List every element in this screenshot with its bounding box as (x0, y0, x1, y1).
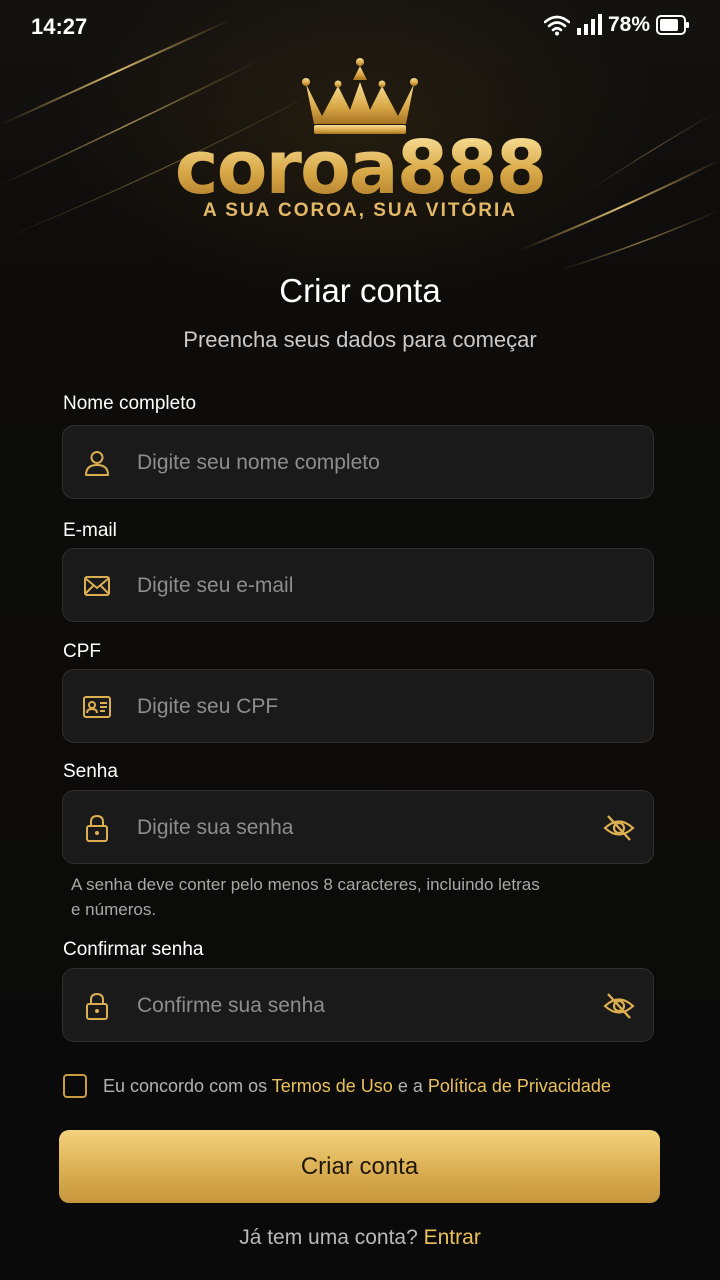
eye-off-icon[interactable] (603, 991, 635, 1021)
page-title: Criar conta (279, 272, 441, 309)
terms-of-use-link[interactable]: Termos de Uso (272, 1076, 393, 1096)
terms-prefix: Eu concordo com os (103, 1075, 272, 1096)
signal-icon (576, 14, 602, 35)
login-link[interactable]: Entrar (424, 1226, 481, 1249)
cpf-input[interactable] (135, 670, 589, 744)
page-subtitle: Preencha seus dados para começar (183, 327, 537, 352)
status-bar: 14:27 78% (0, 0, 720, 56)
password-hint: A senha deve conter pelo menos 8 caracte… (71, 875, 540, 919)
login-prompt: Já tem uma conta? Entrar (0, 1226, 720, 1250)
status-icons: 78% (543, 13, 690, 37)
confirm-password-label: Confirmar senha (63, 939, 204, 960)
cpf-field-wrapper[interactable] (62, 669, 654, 744)
cpf-label: CPF (63, 641, 101, 662)
name-label: Nome completo (63, 393, 197, 414)
battery-percent: 78% (607, 13, 650, 36)
mail-icon (84, 576, 110, 596)
battery-icon (656, 15, 689, 35)
privacy-policy-link[interactable]: Política de Privacidade (428, 1076, 611, 1096)
user-icon (85, 451, 109, 476)
confirm-password-field-wrapper[interactable] (62, 968, 654, 1043)
brand-tagline: A SUA COROA, SUA VITÓRIA (202, 200, 517, 221)
password-label: Senha (63, 761, 118, 782)
terms-checkbox[interactable] (63, 1074, 87, 1098)
wifi-icon (543, 15, 570, 36)
email-label: E-mail (63, 520, 117, 541)
lock-icon (86, 814, 108, 842)
crown-icon (302, 58, 418, 134)
password-input[interactable] (135, 791, 589, 865)
login-prompt-text: Já tem uma conta? (239, 1226, 418, 1249)
eye-off-icon[interactable] (603, 813, 635, 843)
create-account-button[interactable]: Criar conta (59, 1130, 660, 1203)
terms-middle: e a (392, 1075, 428, 1096)
email-field-wrapper[interactable] (62, 548, 654, 623)
terms-text: Eu concordo com os Termos de Uso e a Pol… (103, 1076, 611, 1097)
brand-name: coroa888 (0, 128, 720, 208)
name-field-wrapper[interactable] (62, 425, 654, 500)
name-input[interactable] (135, 426, 589, 500)
lock-icon (86, 992, 108, 1020)
status-time: 14:27 (31, 14, 88, 39)
confirm-password-input[interactable] (135, 969, 589, 1043)
terms-agreement: Eu concordo com os Termos de Uso e a Pol… (63, 1072, 611, 1100)
id-card-icon (83, 696, 111, 718)
email-input[interactable] (135, 549, 589, 623)
password-field-wrapper[interactable] (62, 790, 654, 865)
